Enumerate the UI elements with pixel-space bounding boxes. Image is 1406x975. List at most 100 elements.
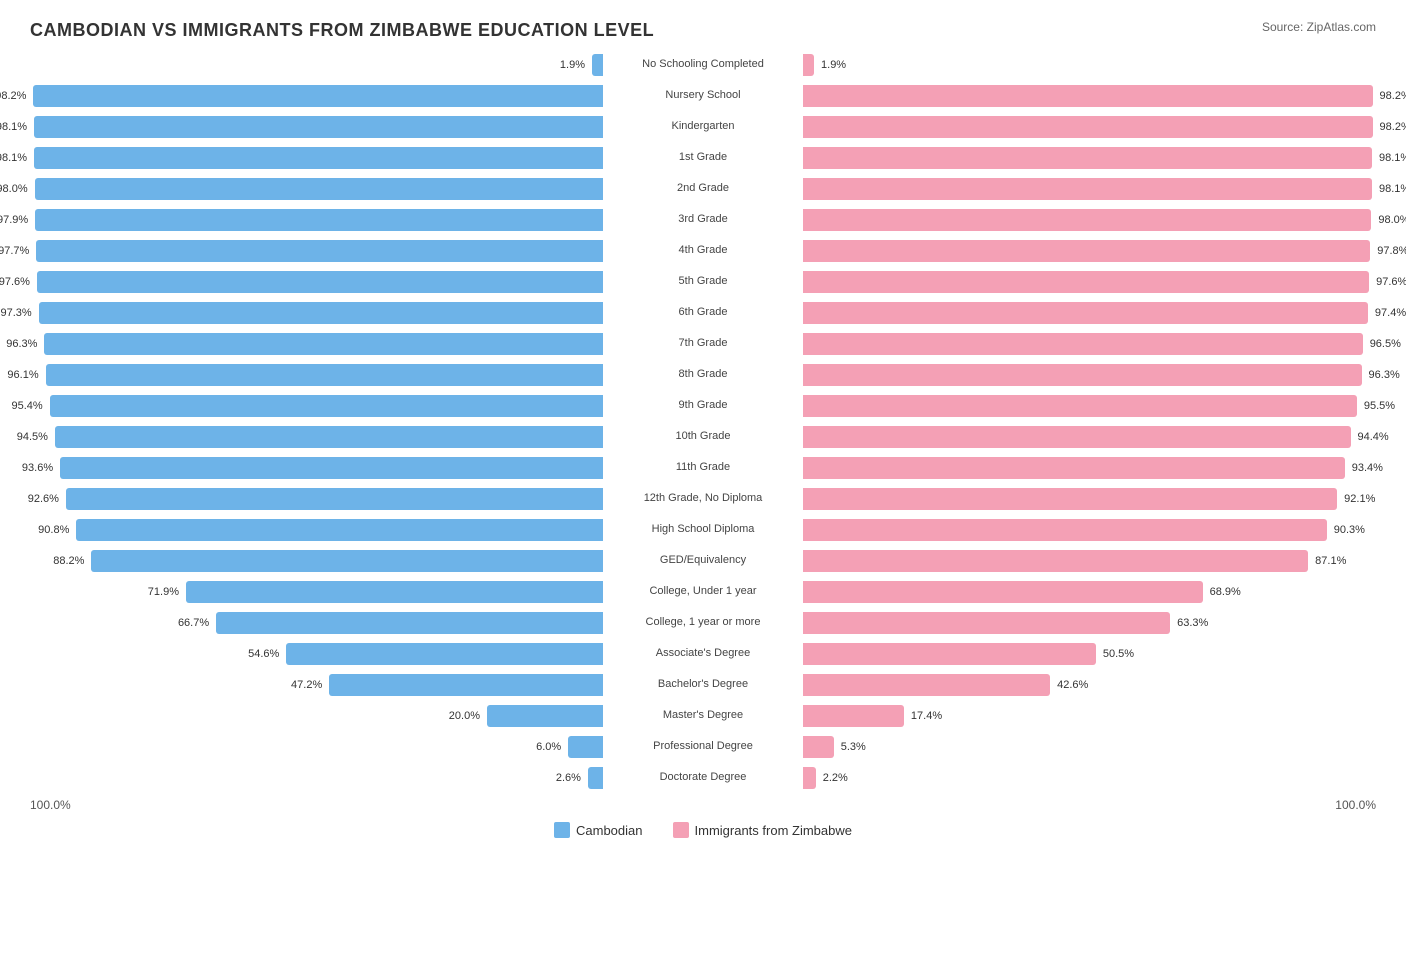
legend-box-left xyxy=(554,822,570,838)
val-left-16: 88.2% xyxy=(53,555,84,567)
left-section: 97.7% xyxy=(30,240,603,262)
left-section: 98.1% xyxy=(30,116,603,138)
bar-row: 97.3% 6th Grade 97.4% xyxy=(30,299,1376,327)
bar-left-21: 20.0% xyxy=(487,705,603,727)
left-section: 47.2% xyxy=(30,674,603,696)
val-right-10: 96.3% xyxy=(1369,369,1400,381)
left-section: 95.4% xyxy=(30,395,603,417)
left-section: 98.0% xyxy=(30,178,603,200)
bar-right-13: 93.4% xyxy=(803,457,1345,479)
bar-right-7: 97.6% xyxy=(803,271,1369,293)
bar-left-7: 97.6% xyxy=(37,271,603,293)
left-section: 94.5% xyxy=(30,426,603,448)
val-left-22: 6.0% xyxy=(536,741,561,753)
bar-left-22: 6.0% xyxy=(568,736,603,758)
bar-row: 97.7% 4th Grade 97.8% xyxy=(30,237,1376,265)
left-section: 66.7% xyxy=(30,612,603,634)
val-left-9: 96.3% xyxy=(6,338,37,350)
bar-left-15: 90.8% xyxy=(76,519,603,541)
left-section: 98.1% xyxy=(30,147,603,169)
chart-container: CAMBODIAN VS IMMIGRANTS FROM ZIMBABWE ED… xyxy=(0,0,1406,878)
bar-row: 96.1% 8th Grade 96.3% xyxy=(30,361,1376,389)
bar-label-4: 2nd Grade xyxy=(603,182,803,195)
bar-left-2: 98.1% xyxy=(34,116,603,138)
legend: Cambodian Immigrants from Zimbabwe xyxy=(30,822,1376,838)
axis-right: 100.0% xyxy=(1335,798,1376,812)
val-left-11: 95.4% xyxy=(11,400,42,412)
val-right-16: 87.1% xyxy=(1315,555,1346,567)
bar-row: 66.7% College, 1 year or more 63.3% xyxy=(30,609,1376,637)
right-section: 17.4% xyxy=(803,705,1376,727)
bar-row: 97.9% 3rd Grade 98.0% xyxy=(30,206,1376,234)
right-section: 2.2% xyxy=(803,767,1376,789)
axis-left: 100.0% xyxy=(30,798,71,812)
left-section: 93.6% xyxy=(30,457,603,479)
right-section: 1.9% xyxy=(803,54,1376,76)
val-right-23: 2.2% xyxy=(823,772,848,784)
bar-right-16: 87.1% xyxy=(803,550,1308,572)
left-section: 97.6% xyxy=(30,271,603,293)
bar-right-4: 98.1% xyxy=(803,178,1372,200)
bar-left-19: 54.6% xyxy=(286,643,603,665)
bar-label-2: Kindergarten xyxy=(603,120,803,133)
val-right-14: 92.1% xyxy=(1344,493,1375,505)
val-left-8: 97.3% xyxy=(0,307,31,319)
bar-row: 94.5% 10th Grade 94.4% xyxy=(30,423,1376,451)
val-right-5: 98.0% xyxy=(1378,214,1406,226)
right-section: 5.3% xyxy=(803,736,1376,758)
val-left-13: 93.6% xyxy=(22,462,53,474)
bar-row: 6.0% Professional Degree 5.3% xyxy=(30,733,1376,761)
val-left-7: 97.6% xyxy=(0,276,30,288)
chart-title: CAMBODIAN VS IMMIGRANTS FROM ZIMBABWE ED… xyxy=(30,20,1376,41)
bar-label-7: 5th Grade xyxy=(603,275,803,288)
right-section: 98.1% xyxy=(803,178,1376,200)
bar-left-4: 98.0% xyxy=(35,178,603,200)
val-right-3: 98.1% xyxy=(1379,152,1406,164)
bar-label-12: 10th Grade xyxy=(603,430,803,443)
bar-left-3: 98.1% xyxy=(34,147,603,169)
bar-label-10: 8th Grade xyxy=(603,368,803,381)
val-right-22: 5.3% xyxy=(841,741,866,753)
legend-item-left: Cambodian xyxy=(554,822,643,838)
bar-left-17: 71.9% xyxy=(186,581,603,603)
bar-right-20: 42.6% xyxy=(803,674,1050,696)
bar-label-16: GED/Equivalency xyxy=(603,554,803,567)
val-left-1: 98.2% xyxy=(0,90,26,102)
bar-right-1: 98.2% xyxy=(803,85,1373,107)
bar-left-6: 97.7% xyxy=(36,240,603,262)
bar-label-11: 9th Grade xyxy=(603,399,803,412)
right-section: 50.5% xyxy=(803,643,1376,665)
bar-right-5: 98.0% xyxy=(803,209,1371,231)
left-section: 92.6% xyxy=(30,488,603,510)
right-section: 98.2% xyxy=(803,85,1376,107)
val-left-6: 97.7% xyxy=(0,245,29,257)
bar-row: 88.2% GED/Equivalency 87.1% xyxy=(30,547,1376,575)
bar-left-5: 97.9% xyxy=(35,209,603,231)
val-right-19: 50.5% xyxy=(1103,648,1134,660)
bar-row: 95.4% 9th Grade 95.5% xyxy=(30,392,1376,420)
bar-left-14: 92.6% xyxy=(66,488,603,510)
bar-label-14: 12th Grade, No Diploma xyxy=(603,492,803,505)
bar-right-0: 1.9% xyxy=(803,54,814,76)
bar-label-21: Master's Degree xyxy=(603,709,803,722)
bar-right-3: 98.1% xyxy=(803,147,1372,169)
bar-right-6: 97.8% xyxy=(803,240,1370,262)
val-right-11: 95.5% xyxy=(1364,400,1395,412)
bar-label-17: College, Under 1 year xyxy=(603,585,803,598)
val-left-4: 98.0% xyxy=(0,183,28,195)
bar-row: 2.6% Doctorate Degree 2.2% xyxy=(30,764,1376,792)
right-section: 94.4% xyxy=(803,426,1376,448)
bar-left-10: 96.1% xyxy=(46,364,603,386)
bar-label-8: 6th Grade xyxy=(603,306,803,319)
val-right-2: 98.2% xyxy=(1380,121,1406,133)
val-right-17: 68.9% xyxy=(1210,586,1241,598)
val-right-4: 98.1% xyxy=(1379,183,1406,195)
val-left-15: 90.8% xyxy=(38,524,69,536)
right-section: 98.1% xyxy=(803,147,1376,169)
val-left-19: 54.6% xyxy=(248,648,279,660)
val-left-14: 92.6% xyxy=(28,493,59,505)
val-right-18: 63.3% xyxy=(1177,617,1208,629)
legend-label-left: Cambodian xyxy=(576,823,643,838)
right-section: 90.3% xyxy=(803,519,1376,541)
bar-left-18: 66.7% xyxy=(216,612,603,634)
